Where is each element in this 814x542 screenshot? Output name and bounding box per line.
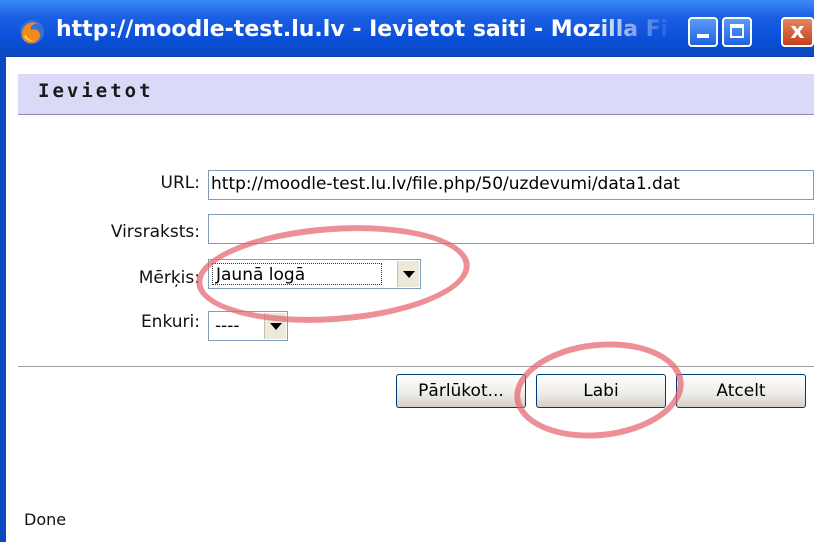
chevron-down-icon[interactable] [264, 313, 286, 339]
maximize-button[interactable] [722, 17, 752, 47]
minimize-icon [697, 34, 709, 38]
anchor-label: Enkuri: [140, 312, 200, 332]
url-label: URL: [160, 173, 200, 193]
maximize-icon [730, 24, 744, 38]
status-text: Done [24, 510, 67, 529]
title-bar: http://moodle-test.lu.lv - Ievietot sait… [0, 0, 814, 57]
ok-button[interactable]: Labi [536, 374, 666, 408]
title-label: Virsraksts: [110, 222, 200, 242]
minimize-button[interactable] [688, 17, 718, 47]
close-icon: x [790, 19, 805, 44]
cancel-button[interactable]: Atcelt [676, 374, 806, 408]
dialog-header: Ievietot [18, 74, 814, 115]
anchor-select[interactable]: ---- [208, 311, 288, 341]
chevron-down-icon[interactable] [397, 261, 419, 287]
target-label: Mērķis: [138, 268, 200, 288]
target-select[interactable]: Jaunā logā [208, 259, 421, 289]
divider [18, 366, 814, 368]
dialog-title: Ievietot [38, 80, 154, 102]
window-frame-left [0, 56, 6, 542]
firefox-icon [20, 20, 44, 44]
title-input[interactable] [208, 214, 814, 244]
url-input[interactable]: http://moodle-test.lu.lv/file.php/50/uzd… [208, 170, 814, 200]
window-title: http://moodle-test.lu.lv - Ievietot sait… [56, 17, 666, 42]
anchor-select-value: ---- [215, 316, 240, 336]
close-button[interactable]: x [781, 17, 814, 47]
target-select-value: Jaunā logā [212, 263, 382, 285]
browse-button[interactable]: Pārlūkot... [396, 374, 526, 408]
